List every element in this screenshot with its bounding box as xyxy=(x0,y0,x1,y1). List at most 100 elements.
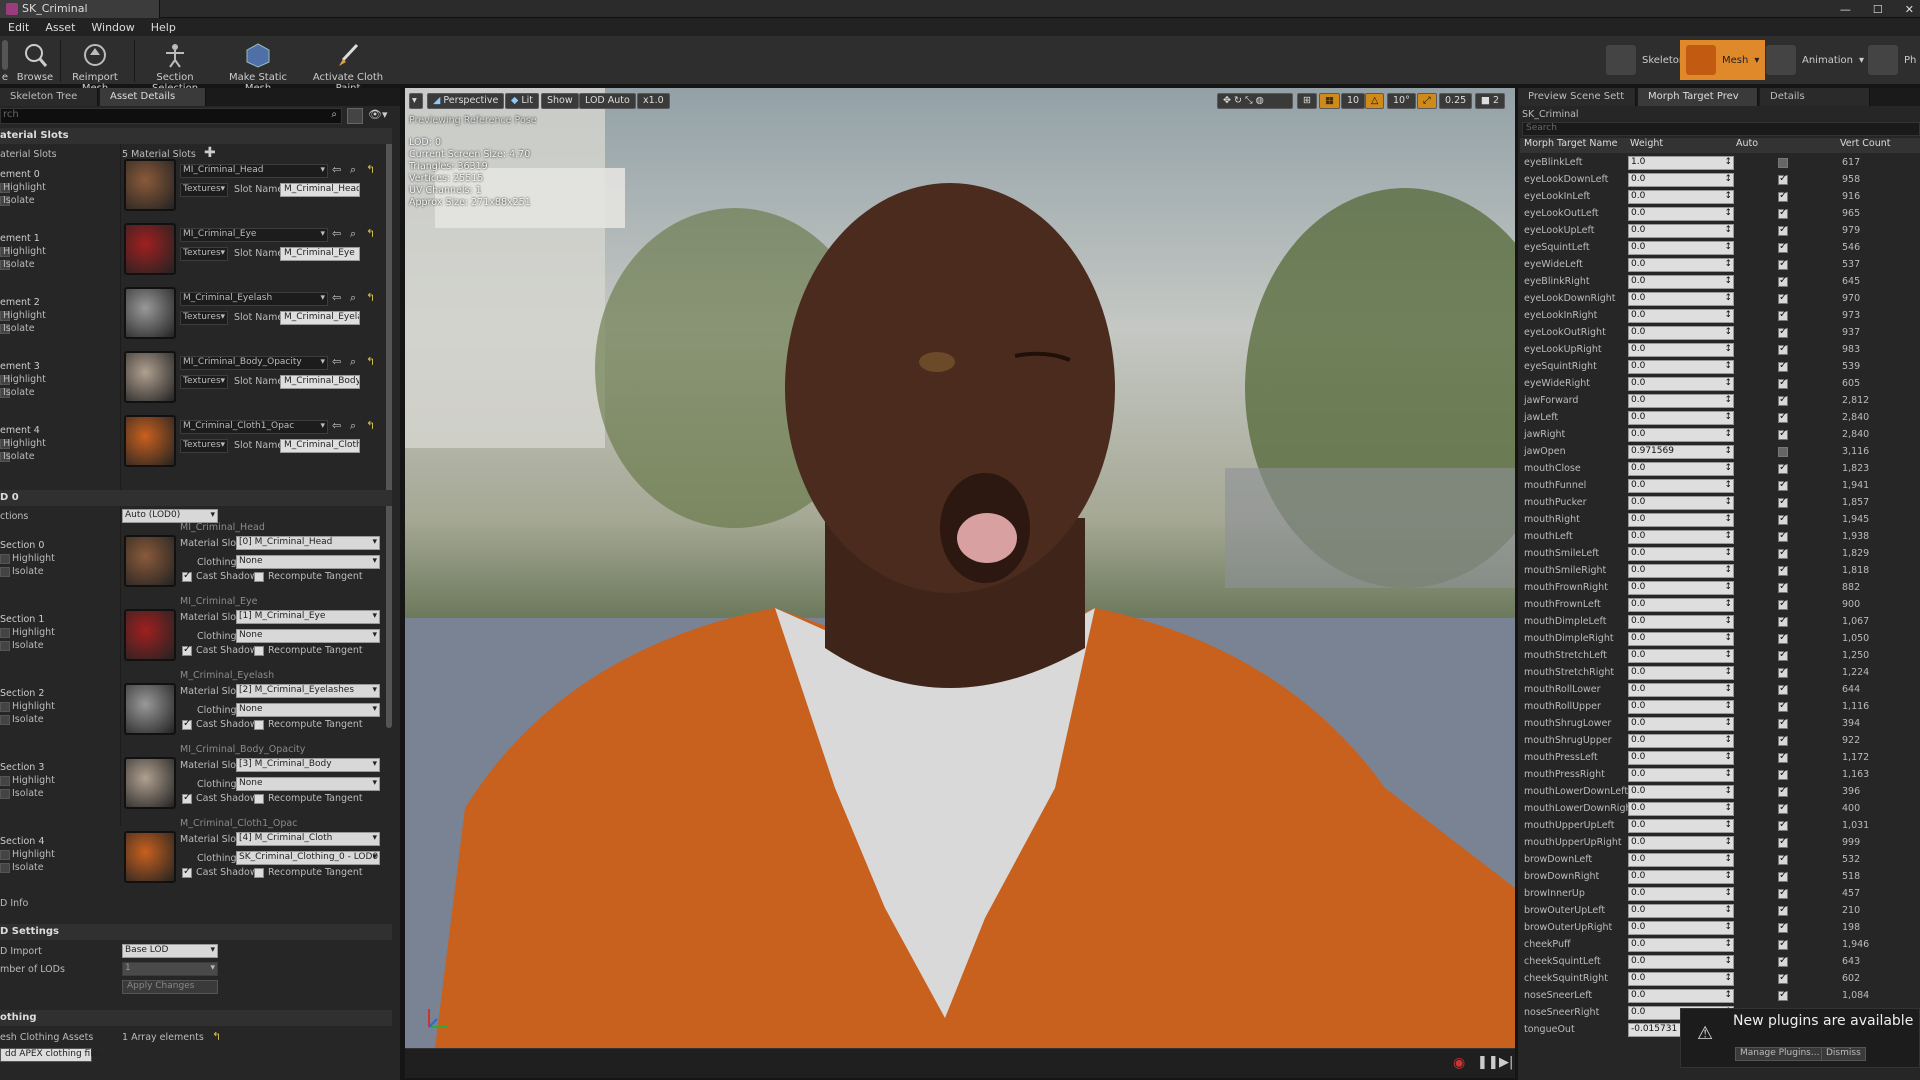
auto-checkbox[interactable] xyxy=(1778,292,1788,304)
highlight-checkbox[interactable] xyxy=(0,702,10,712)
reset-arrow-icon[interactable]: ↰ xyxy=(366,163,375,176)
auto-checkbox[interactable] xyxy=(1778,258,1788,270)
morph-weight-input[interactable]: 0.0 xyxy=(1628,496,1734,510)
morph-target-row[interactable]: browDownLeft 0.0 532 xyxy=(1520,852,1918,869)
maximize-icon[interactable]: ☐ xyxy=(1873,3,1883,16)
morph-weight-input[interactable]: 0.0 xyxy=(1628,802,1734,816)
morph-weight-input[interactable]: 0.0 xyxy=(1628,734,1734,748)
auto-checkbox[interactable] xyxy=(1778,938,1788,950)
auto-checkbox[interactable] xyxy=(1778,632,1788,644)
auto-checkbox[interactable] xyxy=(1778,275,1788,287)
tab-morph-target-preview[interactable]: Morph Target Prev xyxy=(1638,88,1758,106)
morph-weight-input[interactable]: 0.0 xyxy=(1628,632,1734,646)
lod-auto-button[interactable]: LOD Auto xyxy=(579,93,636,109)
morph-weight-input[interactable]: 0.0 xyxy=(1628,938,1734,952)
morph-weight-input[interactable]: 0.0 xyxy=(1628,224,1734,238)
highlight-checkbox[interactable] xyxy=(0,628,10,638)
morph-target-row[interactable]: eyeSquintRight 0.0 539 xyxy=(1520,359,1918,376)
morph-target-row[interactable]: mouthFrownLeft 0.0 900 xyxy=(1520,597,1918,614)
auto-checkbox[interactable] xyxy=(1778,700,1788,712)
asset-tab[interactable]: SK_Criminal xyxy=(0,0,160,18)
clothing-dropdown[interactable]: None xyxy=(236,703,380,717)
morph-weight-input[interactable]: 0.0 xyxy=(1628,292,1734,306)
material-slot-dropdown[interactable]: [3] M_Criminal_Body xyxy=(236,758,380,772)
tab-details[interactable]: Details xyxy=(1760,88,1870,106)
section-thumbnail[interactable] xyxy=(124,535,176,587)
morph-weight-input[interactable]: 0.0 xyxy=(1628,989,1734,1003)
morph-weight-input[interactable]: 0.0 xyxy=(1628,394,1734,408)
reimport-mesh-button[interactable]: Reimport Mesh xyxy=(62,36,128,94)
auto-checkbox[interactable] xyxy=(1778,836,1788,848)
sections-dropdown[interactable]: Auto (LOD0) xyxy=(122,509,218,523)
perspective-button[interactable]: ◢ Perspective xyxy=(427,93,505,109)
morph-target-row[interactable]: mouthLeft 0.0 1,938 xyxy=(1520,529,1918,546)
textures-dropdown[interactable]: Textures xyxy=(180,311,228,325)
morph-weight-input[interactable]: 0.0 xyxy=(1628,462,1734,476)
browse-search-icon[interactable]: ⌕ xyxy=(350,163,356,177)
morph-target-row[interactable]: cheekSquintRight 0.0 602 xyxy=(1520,971,1918,988)
morph-target-row[interactable]: jawRight 0.0 2,840 xyxy=(1520,427,1918,444)
make-static-mesh-button[interactable]: Make Static Mesh xyxy=(218,36,298,94)
morph-weight-input[interactable]: 0.0 xyxy=(1628,649,1734,663)
auto-checkbox[interactable] xyxy=(1778,394,1788,406)
morph-target-row[interactable]: eyeLookInRight 0.0 973 xyxy=(1520,308,1918,325)
morph-target-row[interactable]: jawForward 0.0 2,812 xyxy=(1520,393,1918,410)
morph-target-row[interactable]: eyeLookDownLeft 0.0 958 xyxy=(1520,172,1918,189)
slot-name-input[interactable]: M_Criminal_Eye xyxy=(280,247,360,261)
pause-icon[interactable]: ❚❚ xyxy=(1477,1055,1499,1070)
auto-checkbox[interactable] xyxy=(1778,360,1788,372)
activate-cloth-paint-button[interactable]: Activate Cloth Paint xyxy=(302,36,394,94)
mode-animation[interactable]: Animation ▾ xyxy=(1760,40,1870,80)
grid-view-icon[interactable] xyxy=(347,108,363,124)
morph-target-row[interactable]: mouthLowerDownRight 0.0 400 xyxy=(1520,801,1918,818)
recompute-tangent-checkbox[interactable] xyxy=(254,646,264,656)
clothing-dropdown[interactable]: None xyxy=(236,555,380,569)
morph-target-row[interactable]: browOuterUpRight 0.0 198 xyxy=(1520,920,1918,937)
playback-speed-button[interactable]: x1.0 xyxy=(637,93,670,109)
material-dropdown[interactable]: MI_Criminal_Head xyxy=(180,164,328,178)
grid-snap-value[interactable]: 10 xyxy=(1341,93,1366,109)
morph-target-row[interactable]: eyeBlinkRight 0.0 645 xyxy=(1520,274,1918,291)
morph-weight-input[interactable]: 0.0 xyxy=(1628,921,1734,935)
morph-weight-input[interactable]: 0.0 xyxy=(1628,666,1734,680)
browse-search-icon[interactable]: ⌕ xyxy=(350,355,356,369)
isolate-checkbox[interactable] xyxy=(0,715,10,725)
browse-search-icon[interactable]: ⌕ xyxy=(350,291,356,305)
section-thumbnail[interactable] xyxy=(124,757,176,809)
auto-checkbox[interactable] xyxy=(1778,173,1788,185)
auto-checkbox[interactable] xyxy=(1778,972,1788,984)
browse-search-icon[interactable]: ⌕ xyxy=(350,227,356,241)
morph-weight-input[interactable]: 0.0 xyxy=(1628,547,1734,561)
auto-checkbox[interactable] xyxy=(1778,547,1788,559)
isolate-checkbox[interactable] xyxy=(0,789,10,799)
morph-weight-input[interactable]: 0.0 xyxy=(1628,275,1734,289)
slot-name-input[interactable]: M_Criminal_Eyelas xyxy=(280,311,360,325)
manage-plugins-button[interactable]: Manage Plugins... xyxy=(1735,1047,1825,1061)
menu-asset[interactable]: Asset xyxy=(37,21,83,34)
auto-checkbox[interactable] xyxy=(1778,462,1788,474)
morph-weight-input[interactable]: 0.0 xyxy=(1628,241,1734,255)
morph-target-row[interactable]: mouthDimpleRight 0.0 1,050 xyxy=(1520,631,1918,648)
morph-weight-input[interactable]: 0.0 xyxy=(1628,343,1734,357)
auto-checkbox[interactable] xyxy=(1778,615,1788,627)
auto-checkbox[interactable] xyxy=(1778,224,1788,236)
morph-target-row[interactable]: mouthRollLower 0.0 644 xyxy=(1520,682,1918,699)
use-selected-arrow-icon[interactable]: ⇦ xyxy=(332,355,341,368)
morph-weight-input[interactable]: 0.0 xyxy=(1628,513,1734,527)
material-slot-dropdown[interactable]: [2] M_Criminal_Eyelashes xyxy=(236,684,380,698)
morph-target-row[interactable]: mouthPucker 0.0 1,857 xyxy=(1520,495,1918,512)
number-of-lods-input[interactable]: 1 xyxy=(122,962,218,976)
cast-shadows-checkbox[interactable] xyxy=(182,644,192,656)
auto-checkbox[interactable] xyxy=(1778,666,1788,678)
auto-checkbox[interactable] xyxy=(1778,717,1788,729)
morph-weight-input[interactable]: 0.0 xyxy=(1628,836,1734,850)
morph-target-row[interactable]: mouthDimpleLeft 0.0 1,067 xyxy=(1520,614,1918,631)
auto-checkbox[interactable] xyxy=(1778,241,1788,253)
minimize-icon[interactable]: — xyxy=(1840,3,1851,16)
auto-checkbox[interactable] xyxy=(1778,785,1788,797)
isolate-checkbox[interactable] xyxy=(0,567,10,577)
add-slot-icon[interactable]: ✚ xyxy=(204,145,216,161)
eye-icon[interactable]: 👁▾ xyxy=(368,108,388,121)
morph-weight-input[interactable]: 0.0 xyxy=(1628,700,1734,714)
tab-skeleton-tree[interactable]: Skeleton Tree xyxy=(0,88,98,106)
